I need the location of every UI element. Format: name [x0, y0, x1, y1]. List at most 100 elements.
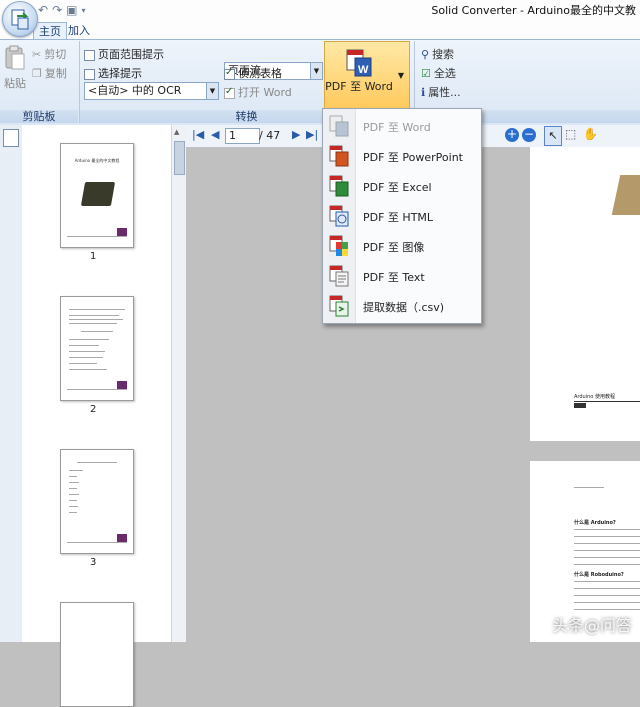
- menu-item-label: 提取数据（.csv): [363, 301, 445, 314]
- previous-page-icon[interactable]: ◀: [211, 128, 219, 141]
- selection-hint-label: 选择提示: [98, 67, 142, 80]
- scroll-up-icon[interactable]: ▲: [174, 128, 179, 136]
- menu-item-pdf-to-powerpoint[interactable]: PDF 至 PowerPoint: [323, 141, 481, 171]
- application-menu-button[interactable]: [2, 1, 38, 37]
- page-range-hint-label: 页面范围提示: [98, 48, 164, 61]
- csv-data-icon: [329, 295, 349, 317]
- scissors-icon: ✂: [32, 47, 42, 61]
- menu-item-label: PDF 至 Word: [363, 121, 431, 134]
- menu-item-pdf-to-excel[interactable]: PDF 至 Excel: [323, 171, 481, 201]
- scrollbar-thumb[interactable]: [174, 141, 185, 175]
- zoom-out-icon[interactable]: −: [522, 128, 536, 142]
- panel-tab-strip: [0, 125, 23, 642]
- html-doc-icon: [329, 205, 349, 227]
- thumbnail-page-2[interactable]: [60, 296, 134, 401]
- first-page-icon[interactable]: |◀: [192, 128, 204, 141]
- marquee-zoom-icon[interactable]: ⬚: [565, 127, 576, 141]
- checkbox-box: [84, 49, 95, 61]
- pdf-to-word-dropdown-arrow[interactable]: ▼: [393, 41, 410, 111]
- checkbox-box: [224, 86, 235, 99]
- section-heading: 什么是 Arduino?: [574, 520, 616, 526]
- paste-label: 粘贴: [4, 77, 26, 90]
- board-image: [611, 175, 640, 215]
- thumbnail-page-4[interactable]: [60, 602, 134, 707]
- menu-item-pdf-to-word[interactable]: PDF 至 Word: [323, 111, 481, 141]
- page-range-hint-checkbox[interactable]: 页面范围提示: [84, 46, 164, 62]
- page-number-input[interactable]: 1: [225, 128, 260, 144]
- tab-home[interactable]: 主页: [33, 22, 67, 40]
- chevron-down-icon: ▼: [206, 83, 218, 99]
- search-button[interactable]: ⚲ 搜索: [421, 46, 454, 62]
- checkbox-box: [224, 67, 235, 80]
- logo-image: [574, 403, 586, 408]
- menu-item-extract-csv[interactable]: 提取数据（.csv): [323, 291, 481, 321]
- binoculars-icon: ⚲: [421, 47, 430, 61]
- logo-image: [117, 381, 127, 389]
- copy-button[interactable]: ❐ 复制: [32, 65, 67, 81]
- thumbnail-number: 2: [90, 404, 97, 415]
- word-doc-icon: [329, 115, 349, 137]
- logo-image: [117, 228, 127, 236]
- thumbnail-title: Arduino 最全的中文教程: [74, 158, 120, 163]
- chevron-down-icon: ▼: [397, 71, 405, 80]
- checkbox-box: [84, 68, 95, 80]
- logo-image: [117, 534, 127, 542]
- last-page-icon[interactable]: ▶|: [306, 128, 318, 141]
- redo-icon[interactable]: ↷: [52, 3, 62, 17]
- cut-button[interactable]: ✂ 剪切: [32, 46, 66, 62]
- selection-hint-checkbox[interactable]: 选择提示: [84, 65, 142, 81]
- thumbnail-pane: Arduino 最全的中文教程 1 2 3: [22, 125, 186, 707]
- paste-button[interactable]: 粘贴: [2, 44, 28, 104]
- app-logo-icon: [11, 9, 29, 30]
- quick-access-toolbar: ↶ ↷ ▣ ▾: [38, 2, 85, 18]
- page-total-label: / 47: [259, 129, 281, 142]
- search-label: 搜索: [432, 48, 455, 61]
- properties-label: 属性...: [428, 86, 461, 99]
- undo-icon[interactable]: ↶: [38, 3, 48, 17]
- pdf-to-word-label: PDF 至 Word: [325, 80, 393, 93]
- convert-dropdown-menu: PDF 至 Word PDF 至 PowerPoint PDF 至 Excel …: [322, 108, 482, 324]
- thumbnail-page-1[interactable]: Arduino 最全的中文教程: [60, 143, 134, 248]
- text-doc-icon: [329, 265, 349, 287]
- menu-item-pdf-to-text[interactable]: PDF 至 Text: [323, 261, 481, 291]
- menu-item-label: PDF 至 Excel: [363, 181, 432, 194]
- detect-tables-checkbox[interactable]: 侦测表格: [224, 65, 282, 81]
- detect-tables-label: 侦测表格: [238, 67, 282, 80]
- ocr-select[interactable]: <自动> 中的 OCR ▼: [84, 82, 219, 100]
- menu-item-pdf-to-html[interactable]: PDF 至 HTML: [323, 201, 481, 231]
- thumbnail-scrollbar[interactable]: ▲: [171, 125, 186, 642]
- clipboard-group-label: 剪贴板: [0, 110, 78, 123]
- excel-doc-icon: [329, 175, 349, 197]
- cut-label: 剪切: [44, 48, 67, 61]
- open-word-checkbox[interactable]: 打开 Word: [224, 84, 292, 100]
- section-heading: 什么是 Roboduino?: [574, 572, 624, 578]
- chevron-down-icon: ▼: [310, 63, 322, 79]
- save-icon[interactable]: ▣: [66, 3, 77, 17]
- open-word-label: 打开 Word: [238, 86, 292, 99]
- zoom-in-icon[interactable]: +: [505, 128, 519, 142]
- tab-add-ins[interactable]: 加入: [63, 22, 95, 39]
- hand-tool-icon[interactable]: ✋: [583, 127, 598, 141]
- select-cursor-icon[interactable]: ↖: [544, 126, 562, 146]
- properties-icon: ℹ: [421, 85, 426, 99]
- properties-button[interactable]: ℹ 属性...: [421, 84, 461, 100]
- next-page-icon[interactable]: ▶: [292, 128, 300, 141]
- tab-row: [0, 22, 640, 39]
- pdf-to-word-button[interactable]: W PDF 至 Word: [324, 41, 394, 111]
- customize-qat-icon[interactable]: ▾: [81, 6, 85, 15]
- select-all-label: 全选: [433, 67, 456, 80]
- board-image: [80, 182, 116, 206]
- thumbnail-number: 1: [90, 251, 97, 262]
- menu-item-label: PDF 至 Text: [363, 271, 425, 284]
- select-all-button[interactable]: ☑ 全选: [421, 65, 456, 81]
- menu-item-label: PDF 至 HTML: [363, 211, 434, 224]
- page-caption: Arduino 使用教程: [574, 394, 615, 400]
- thumbnail-page-3[interactable]: [60, 449, 134, 554]
- powerpoint-doc-icon: [329, 145, 349, 167]
- paste-icon: [5, 45, 25, 70]
- window-title: Solid Converter - Arduino最全的中文教: [431, 4, 636, 17]
- menu-item-pdf-to-image[interactable]: PDF 至 图像: [323, 231, 481, 261]
- pages-panel-icon[interactable]: [3, 129, 19, 147]
- menu-item-label: PDF 至 PowerPoint: [363, 151, 463, 164]
- thumbnail-number: 3: [90, 557, 97, 568]
